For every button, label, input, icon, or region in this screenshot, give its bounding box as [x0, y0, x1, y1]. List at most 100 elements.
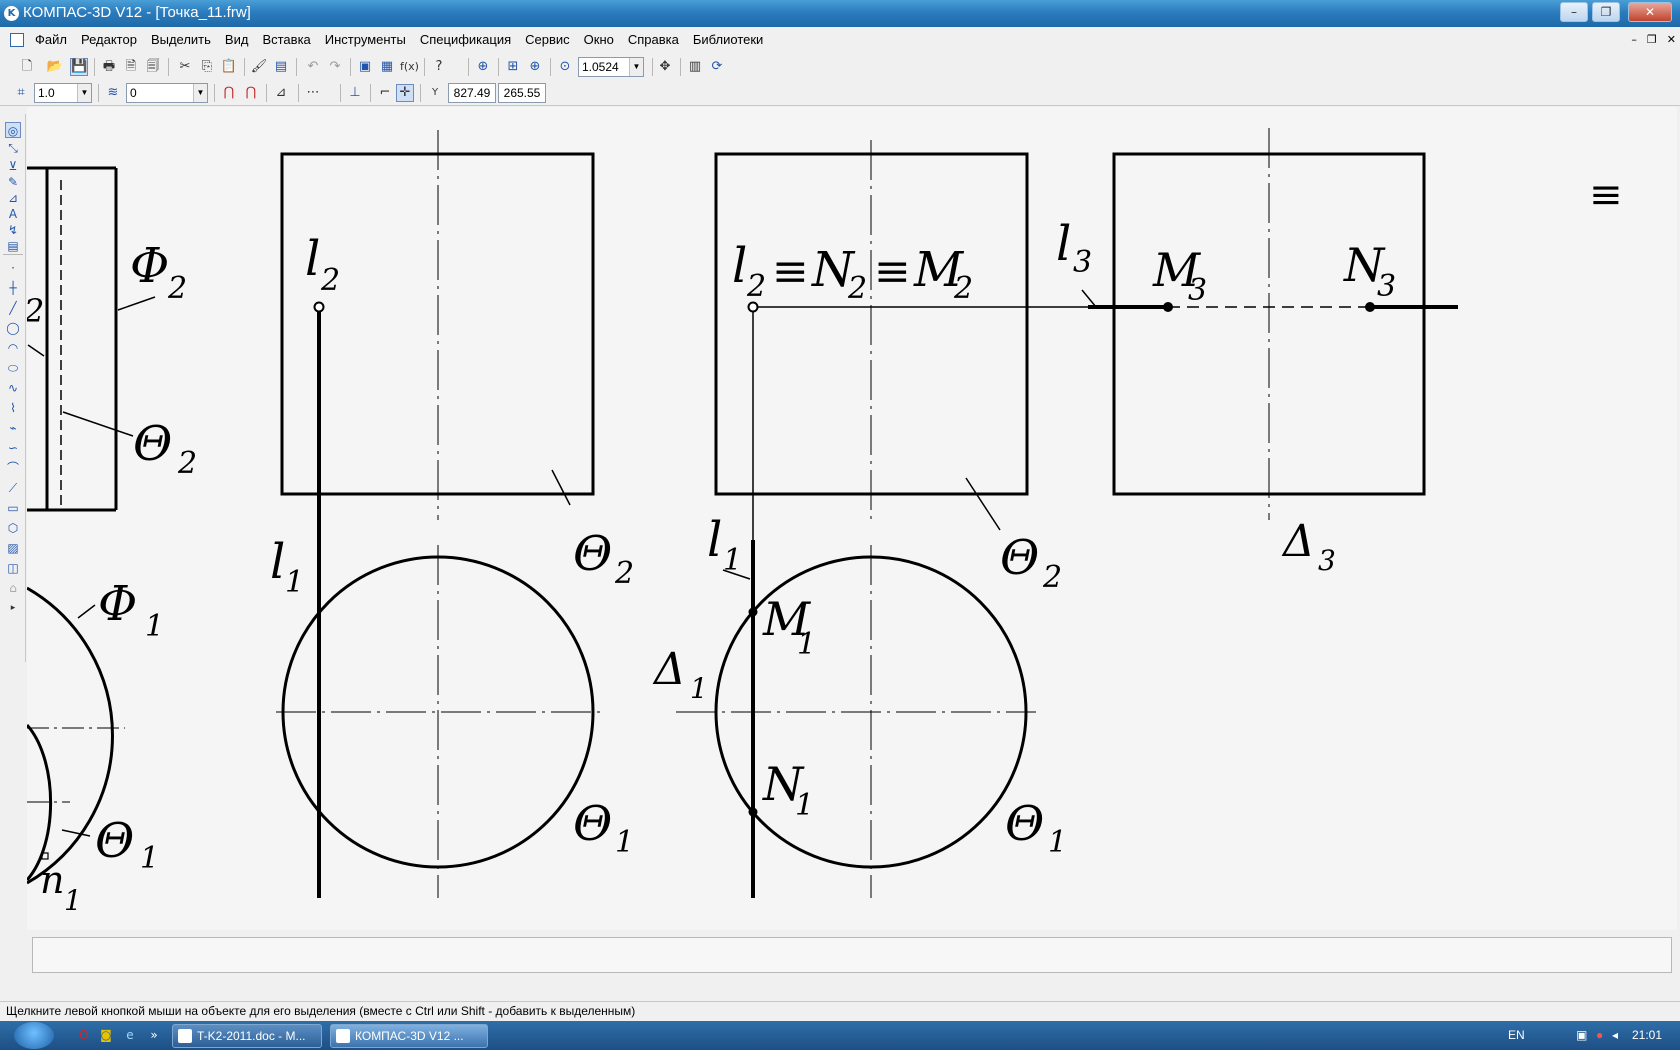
rebuild-icon[interactable]: ⟳: [708, 58, 726, 76]
print-icon[interactable]: 🖶: [100, 58, 118, 76]
redo-icon[interactable]: ↷: [326, 58, 344, 76]
start-button[interactable]: [14, 1022, 54, 1049]
zoom-in-icon[interactable]: ⊕: [526, 58, 544, 76]
command-line-panel[interactable]: [32, 937, 1672, 973]
ie-icon[interactable]: e: [122, 1027, 138, 1043]
dimensions-tab-icon[interactable]: ⤡: [5, 140, 21, 156]
local-cs-icon[interactable]: ⊿: [272, 84, 290, 102]
mdi-restore-button[interactable]: ❐: [1647, 33, 1657, 46]
parametrization-tab-icon[interactable]: ⊿: [5, 190, 21, 206]
menu-help[interactable]: Справка: [621, 32, 686, 47]
layer-state-icon[interactable]: ≋: [104, 84, 122, 102]
antivirus-icon[interactable]: ●: [1596, 1028, 1603, 1042]
select-tab-icon[interactable]: ↯: [5, 222, 21, 238]
document-manager-icon[interactable]: 🗐: [144, 58, 162, 76]
snap-settings-icon[interactable]: ⋂: [242, 84, 260, 102]
minimize-button[interactable]: –: [1560, 2, 1588, 22]
nurbs-tool-icon[interactable]: ⌁: [5, 420, 21, 436]
opera-icon[interactable]: O: [76, 1027, 92, 1043]
coordinate-x-field[interactable]: 827.49: [448, 83, 496, 103]
spline-tool-icon[interactable]: ∿: [5, 380, 21, 396]
auxiliary-line-icon[interactable]: ┼: [5, 280, 21, 296]
more-quicklaunch-icon[interactable]: »: [146, 1027, 162, 1043]
grid-icon[interactable]: ⋯: [304, 84, 322, 102]
arc-tool-icon[interactable]: ◠: [5, 340, 21, 356]
undo-icon[interactable]: ↶: [304, 58, 322, 76]
pan-move-icon[interactable]: ✥: [656, 58, 674, 76]
mdi-minimize-button[interactable]: –: [1631, 33, 1637, 46]
segment-tool-icon[interactable]: ╱: [5, 300, 21, 316]
document-icon[interactable]: [10, 33, 24, 47]
orthogonal-icon[interactable]: ⊥: [346, 84, 364, 102]
library-manager-icon[interactable]: ▦: [378, 58, 396, 76]
clock[interactable]: 21:01: [1632, 1028, 1662, 1042]
menu-specification[interactable]: Спецификация: [413, 32, 518, 47]
menu-select[interactable]: Выделить: [144, 32, 218, 47]
geometry-tab-icon[interactable]: ◎: [5, 122, 21, 138]
snap-off-icon[interactable]: ⋂: [220, 84, 238, 102]
task-word-document[interactable]: T-K2-2011.doc - M...: [172, 1024, 322, 1048]
cursor-step-combo[interactable]: 1.0 ▼: [34, 83, 92, 103]
mdi-close-button[interactable]: ✕: [1667, 33, 1676, 46]
manager-icon[interactable]: ▣: [356, 58, 374, 76]
coordinate-y-field[interactable]: 265.55: [498, 83, 546, 103]
polyline-tool-icon[interactable]: ⌇: [5, 400, 21, 416]
bezier-tool-icon[interactable]: ∽: [5, 440, 21, 456]
help-pointer-icon[interactable]: ?: [430, 58, 448, 76]
ortho-mode-icon[interactable]: ⌐: [376, 84, 394, 102]
close-button[interactable]: ✕: [1628, 2, 1672, 22]
fill-tool-icon[interactable]: ◫: [5, 560, 21, 576]
measure-tab-icon[interactable]: A: [5, 206, 21, 222]
volume-icon[interactable]: ◂: [1612, 1028, 1618, 1042]
editing-tab-icon[interactable]: ✎: [5, 174, 21, 190]
zoom-scale-combo[interactable]: 1.0524 ▼: [578, 57, 644, 77]
variables-fx-icon[interactable]: f(x): [400, 58, 419, 76]
circle-tool-icon[interactable]: ◯: [5, 320, 21, 336]
layer-combo[interactable]: 0 ▼: [126, 83, 208, 103]
zoom-window-icon[interactable]: ⊕: [474, 58, 492, 76]
kompas-app-icon[interactable]: K: [4, 6, 19, 21]
properties-brush-icon[interactable]: 🖌: [250, 58, 268, 76]
chamfer-tool-icon[interactable]: ⟋: [5, 480, 21, 496]
cut-icon[interactable]: ✂: [176, 58, 194, 76]
contour-tool-icon[interactable]: ⌂: [5, 580, 21, 596]
rectangle-tool-icon[interactable]: ▭: [5, 500, 21, 516]
paste-icon[interactable]: 📋: [220, 58, 238, 76]
expand-panel-icon[interactable]: ▸: [5, 600, 21, 616]
point-tool-icon[interactable]: ·: [5, 260, 21, 276]
refresh-image-icon[interactable]: ▥: [686, 58, 704, 76]
menu-file[interactable]: Файл: [28, 32, 74, 47]
zoom-dynamic-icon[interactable]: ⊙: [556, 58, 574, 76]
ellipse-tool-icon[interactable]: ⬭: [5, 360, 21, 376]
print-preview-icon[interactable]: 🗎: [122, 58, 140, 76]
language-indicator[interactable]: EN: [1508, 1028, 1525, 1042]
fillet-tool-icon[interactable]: ⌒: [5, 460, 21, 476]
maximize-button[interactable]: ❐: [1592, 2, 1620, 22]
open-folder-icon[interactable]: 📂: [46, 58, 64, 76]
chevron-down-icon[interactable]: ▼: [629, 58, 643, 76]
menu-service[interactable]: Сервис: [518, 32, 577, 47]
kompas-quicklaunch-icon[interactable]: ◙: [98, 1027, 114, 1043]
hatch-tool-icon[interactable]: ▨: [5, 540, 21, 556]
cursor-step-icon[interactable]: ⌗: [12, 84, 30, 102]
polygon-tool-icon[interactable]: ⬡: [5, 520, 21, 536]
zoom-all-icon[interactable]: ⊞: [504, 58, 522, 76]
chevron-down-icon[interactable]: ▼: [77, 84, 91, 102]
network-icon[interactable]: ▣: [1576, 1028, 1587, 1042]
spec-tab-icon[interactable]: ▤: [5, 238, 21, 254]
task-kompas[interactable]: КОМПАС-3D V12 ...: [330, 1024, 488, 1048]
menu-edit[interactable]: Редактор: [74, 32, 144, 47]
menu-libraries[interactable]: Библиотеки: [686, 32, 770, 47]
menu-insert[interactable]: Вставка: [255, 32, 317, 47]
snaps-toggle-icon[interactable]: ✛: [396, 84, 414, 102]
menu-window[interactable]: Окно: [577, 32, 621, 47]
copy-icon[interactable]: ⎘: [198, 58, 216, 76]
text-template-icon[interactable]: ▤: [272, 58, 290, 76]
designations-tab-icon[interactable]: ⊻: [5, 158, 21, 174]
save-icon[interactable]: 💾: [70, 58, 88, 76]
new-document-icon[interactable]: 🗋: [18, 58, 36, 76]
chevron-down-icon[interactable]: ▼: [193, 84, 207, 102]
menu-tools[interactable]: Инструменты: [318, 32, 413, 47]
drawing-canvas[interactable]: Φ 2 Θ 2 2 Φ 1 Θ 1 п 1 l 2 Θ 2 l 1 Θ 1 l …: [27, 107, 1677, 930]
menu-view[interactable]: Вид: [218, 32, 256, 47]
